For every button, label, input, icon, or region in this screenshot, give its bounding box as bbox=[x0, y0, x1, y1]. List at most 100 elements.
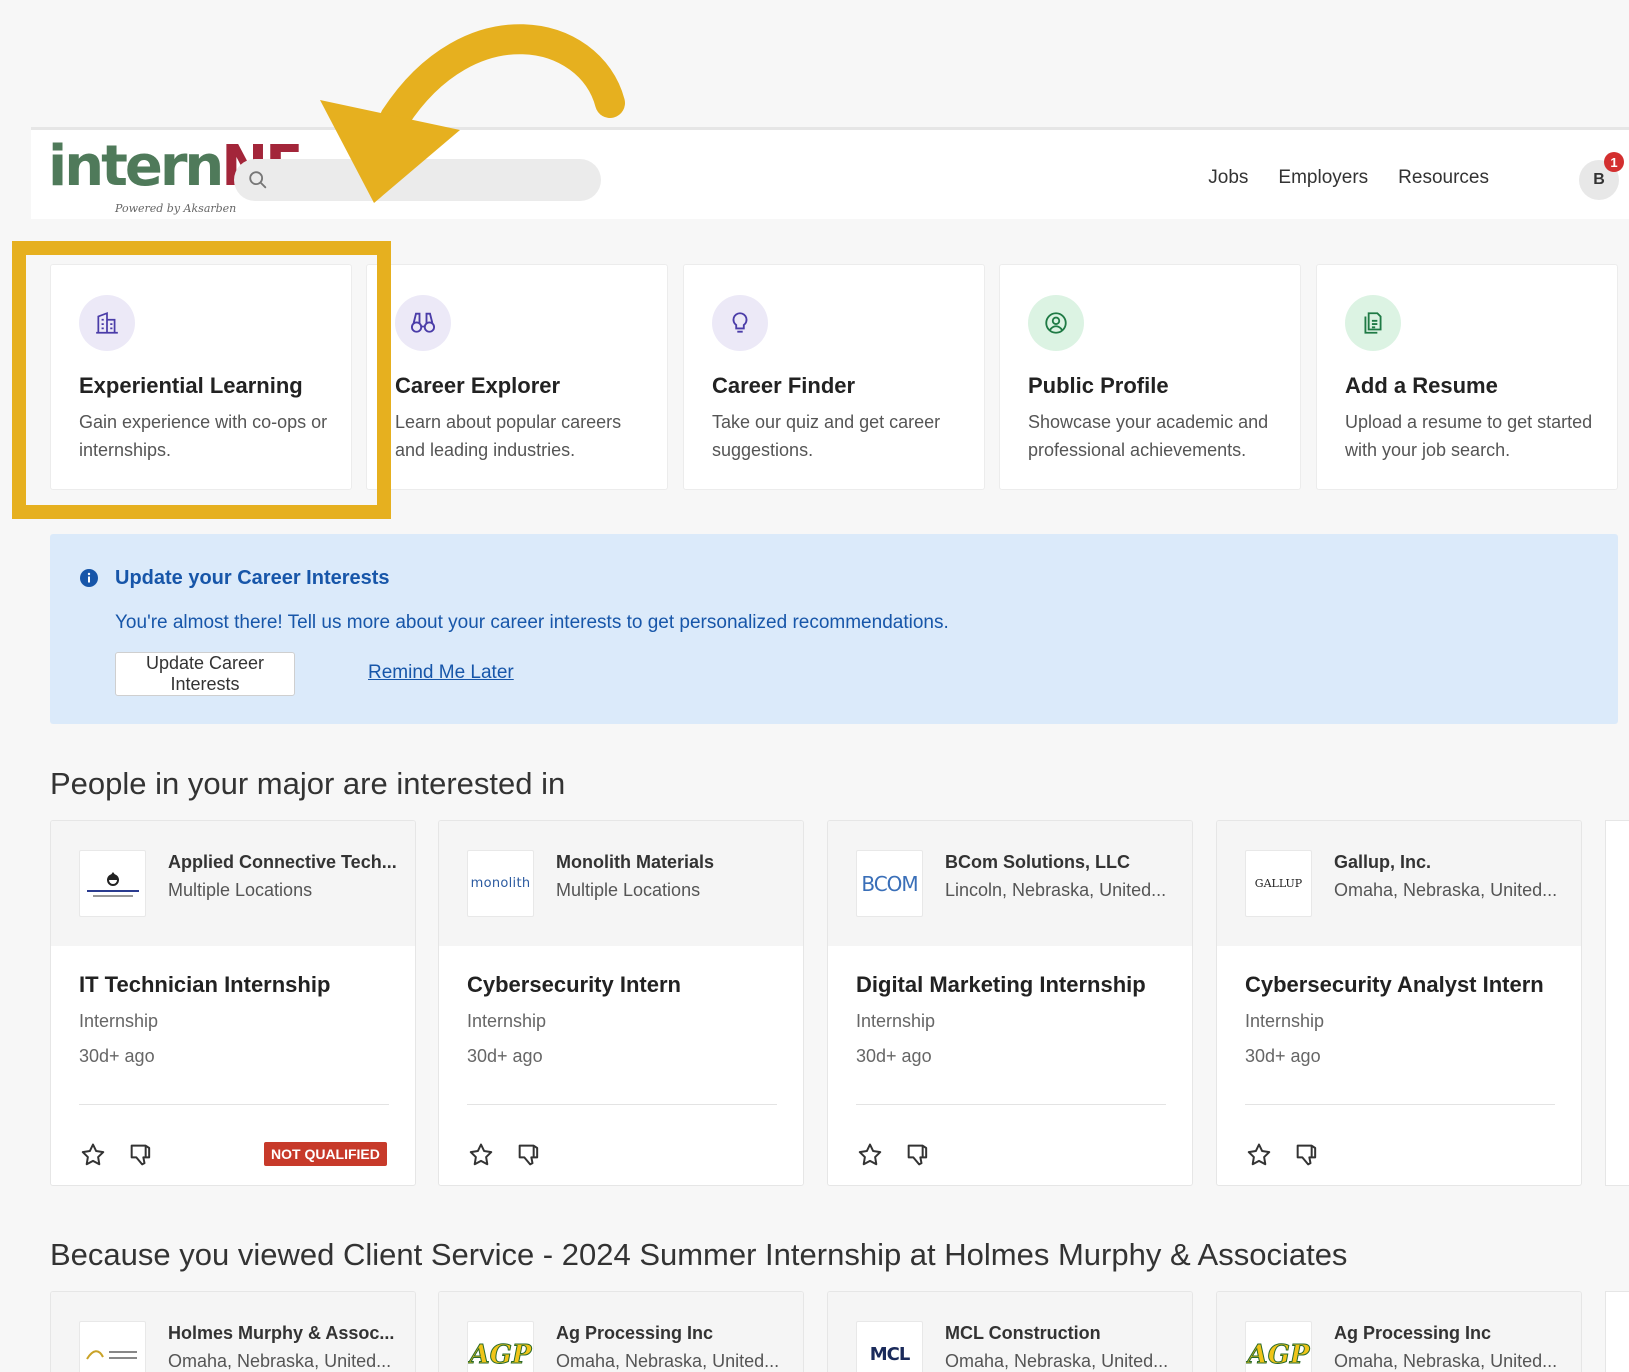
company-location: Omaha, Nebraska, United... bbox=[168, 1351, 392, 1371]
feature-card-public-profile[interactable]: Public Profile Showcase your academic an… bbox=[999, 264, 1301, 490]
job-title[interactable]: Cybersecurity Intern bbox=[467, 972, 681, 998]
company-name[interactable]: BCom Solutions, LLC bbox=[945, 852, 1175, 873]
company-name[interactable]: Monolith Materials bbox=[556, 852, 786, 873]
feature-title: Career Explorer bbox=[395, 373, 561, 398]
job-title[interactable]: IT Technician Internship bbox=[79, 972, 330, 998]
thumbs-down-icon[interactable] bbox=[515, 1141, 543, 1169]
feature-card-career-explorer[interactable]: Career Explorer Learn about popular care… bbox=[366, 264, 668, 490]
card-divider bbox=[79, 1104, 389, 1105]
company-name[interactable]: Ag Processing Inc bbox=[1334, 1323, 1564, 1344]
banner-text: You're almost there! Tell us more about … bbox=[115, 612, 949, 633]
thumbs-down-icon[interactable] bbox=[904, 1141, 932, 1169]
job-card[interactable]: Applied Connective Tech... Multiple Loca… bbox=[50, 820, 416, 1186]
company-name[interactable]: Ag Processing Inc bbox=[556, 1323, 786, 1344]
section-title-major-interests: People in your major are interested in bbox=[50, 766, 566, 801]
document-icon bbox=[1345, 295, 1401, 351]
feature-title: Career Finder bbox=[712, 373, 856, 398]
company-logo bbox=[79, 850, 146, 917]
company-location: Multiple Locations bbox=[168, 880, 313, 900]
not-qualified-badge: NOT QUALIFIED bbox=[264, 1142, 387, 1166]
job-type: Internship bbox=[79, 1011, 159, 1031]
nav-employers[interactable]: Employers bbox=[1278, 163, 1368, 193]
job-posted-age: 30d+ ago bbox=[1245, 1046, 1321, 1066]
company-location: Omaha, Nebraska, United... bbox=[945, 1351, 1169, 1371]
company-logo: AGP bbox=[1245, 1321, 1312, 1372]
job-title[interactable]: Digital Marketing Internship bbox=[856, 972, 1146, 998]
company-logo: AGP bbox=[467, 1321, 534, 1372]
job-card-partial bbox=[1605, 1291, 1629, 1372]
logo-text-intern: intern bbox=[48, 134, 224, 199]
company-logo bbox=[79, 1321, 146, 1372]
company-location: Lincoln, Nebraska, United... bbox=[945, 880, 1167, 900]
career-interests-banner: Update your Career Interests You're almo… bbox=[50, 534, 1618, 724]
feature-description: Take our quiz and get career suggestions… bbox=[712, 412, 941, 460]
job-card-header: Applied Connective Tech... Multiple Loca… bbox=[51, 821, 415, 946]
job-card[interactable]: MCL MCL Construction Omaha, Nebraska, Un… bbox=[827, 1291, 1193, 1372]
job-card[interactable]: GALLUP Gallup, Inc. Omaha, Nebraska, Uni… bbox=[1216, 820, 1582, 1186]
company-name[interactable]: Applied Connective Tech... bbox=[168, 852, 398, 873]
job-card[interactable]: AGP Ag Processing Inc Omaha, Nebraska, U… bbox=[438, 1291, 804, 1372]
feature-title: Add a Resume bbox=[1345, 373, 1498, 398]
notification-badge: 1 bbox=[1604, 152, 1624, 172]
building-icon bbox=[79, 295, 135, 351]
company-logo: BCOM bbox=[856, 850, 923, 917]
company-name[interactable]: Gallup, Inc. bbox=[1334, 852, 1564, 873]
update-career-interests-button[interactable]: Update Career Interests bbox=[115, 652, 295, 696]
job-type: Internship bbox=[856, 1011, 936, 1031]
feature-description: Gain experience with co-ops or internshi… bbox=[79, 412, 328, 460]
company-name[interactable]: Holmes Murphy & Assoc... bbox=[168, 1323, 398, 1344]
company-location: Omaha, Nebraska, United... bbox=[556, 1351, 780, 1371]
card-divider bbox=[467, 1104, 777, 1105]
thumbs-down-icon[interactable] bbox=[127, 1141, 155, 1169]
job-card[interactable]: AGP Ag Processing Inc Omaha, Nebraska, U… bbox=[1216, 1291, 1582, 1372]
company-logo: monolith bbox=[467, 850, 534, 917]
star-icon[interactable] bbox=[1245, 1141, 1273, 1169]
profile-icon bbox=[1028, 295, 1084, 351]
star-icon[interactable] bbox=[856, 1141, 884, 1169]
job-card[interactable]: BCOM BCom Solutions, LLC Lincoln, Nebras… bbox=[827, 820, 1193, 1186]
info-icon bbox=[80, 569, 98, 587]
feature-description: Showcase your academic and professional … bbox=[1028, 412, 1269, 460]
job-card-partial bbox=[1605, 820, 1629, 1186]
star-icon[interactable] bbox=[467, 1141, 495, 1169]
card-divider bbox=[1245, 1104, 1555, 1105]
feature-description: Upload a resume to get started with your… bbox=[1345, 412, 1593, 460]
feature-title: Public Profile bbox=[1028, 373, 1169, 398]
feature-card-experiential-learning[interactable]: Experiential Learning Gain experience wi… bbox=[50, 264, 352, 490]
job-card-header: AGP Ag Processing Inc Omaha, Nebraska, U… bbox=[1217, 1292, 1581, 1372]
feature-card-career-finder[interactable]: Career Finder Take our quiz and get care… bbox=[683, 264, 985, 490]
thumbs-down-icon[interactable] bbox=[1293, 1141, 1321, 1169]
internne-logo[interactable]: internNE Powered by Aksarben bbox=[48, 138, 303, 218]
search-icon bbox=[249, 171, 267, 189]
job-card-header: monolith Monolith Materials Multiple Loc… bbox=[439, 821, 803, 946]
annotation-arrow bbox=[320, 24, 625, 203]
nav-resources[interactable]: Resources bbox=[1398, 163, 1489, 193]
feature-title: Experiential Learning bbox=[79, 373, 303, 398]
company-location: Omaha, Nebraska, United... bbox=[1334, 1351, 1558, 1371]
feature-card-add-resume[interactable]: Add a Resume Upload a resume to get star… bbox=[1316, 264, 1618, 490]
company-logo: GALLUP bbox=[1245, 850, 1312, 917]
banner-title: Update your Career Interests bbox=[115, 567, 390, 589]
job-card-header: BCOM BCom Solutions, LLC Lincoln, Nebras… bbox=[828, 821, 1192, 946]
top-navigation-bar: internNE Powered by Aksarben Jobs Employ… bbox=[31, 127, 1629, 219]
card-divider bbox=[856, 1104, 1166, 1105]
job-type: Internship bbox=[467, 1011, 547, 1031]
job-card-header: GALLUP Gallup, Inc. Omaha, Nebraska, Uni… bbox=[1217, 821, 1581, 946]
job-posted-age: 30d+ ago bbox=[79, 1046, 155, 1066]
company-name[interactable]: MCL Construction bbox=[945, 1323, 1175, 1344]
job-card[interactable]: monolith Monolith Materials Multiple Loc… bbox=[438, 820, 804, 1186]
feature-description: Learn about popular careers and leading … bbox=[395, 412, 622, 460]
nav-jobs[interactable]: Jobs bbox=[1208, 163, 1248, 193]
main-nav: Jobs Employers Resources bbox=[1208, 163, 1489, 193]
star-icon[interactable] bbox=[79, 1141, 107, 1169]
job-card[interactable]: Holmes Murphy & Assoc... Omaha, Nebraska… bbox=[50, 1291, 416, 1372]
job-card-header: AGP Ag Processing Inc Omaha, Nebraska, U… bbox=[439, 1292, 803, 1372]
company-location: Multiple Locations bbox=[556, 880, 701, 900]
job-posted-age: 30d+ ago bbox=[467, 1046, 543, 1066]
logo-powered-by: Powered by Aksarben bbox=[115, 202, 237, 215]
job-title[interactable]: Cybersecurity Analyst Intern bbox=[1245, 972, 1544, 998]
job-type: Internship bbox=[1245, 1011, 1325, 1031]
remind-me-later-link[interactable]: Remind Me Later bbox=[368, 662, 514, 684]
job-card-header: Holmes Murphy & Assoc... Omaha, Nebraska… bbox=[51, 1292, 415, 1372]
section-title-because-you-viewed: Because you viewed Client Service - 2024… bbox=[50, 1237, 1348, 1272]
